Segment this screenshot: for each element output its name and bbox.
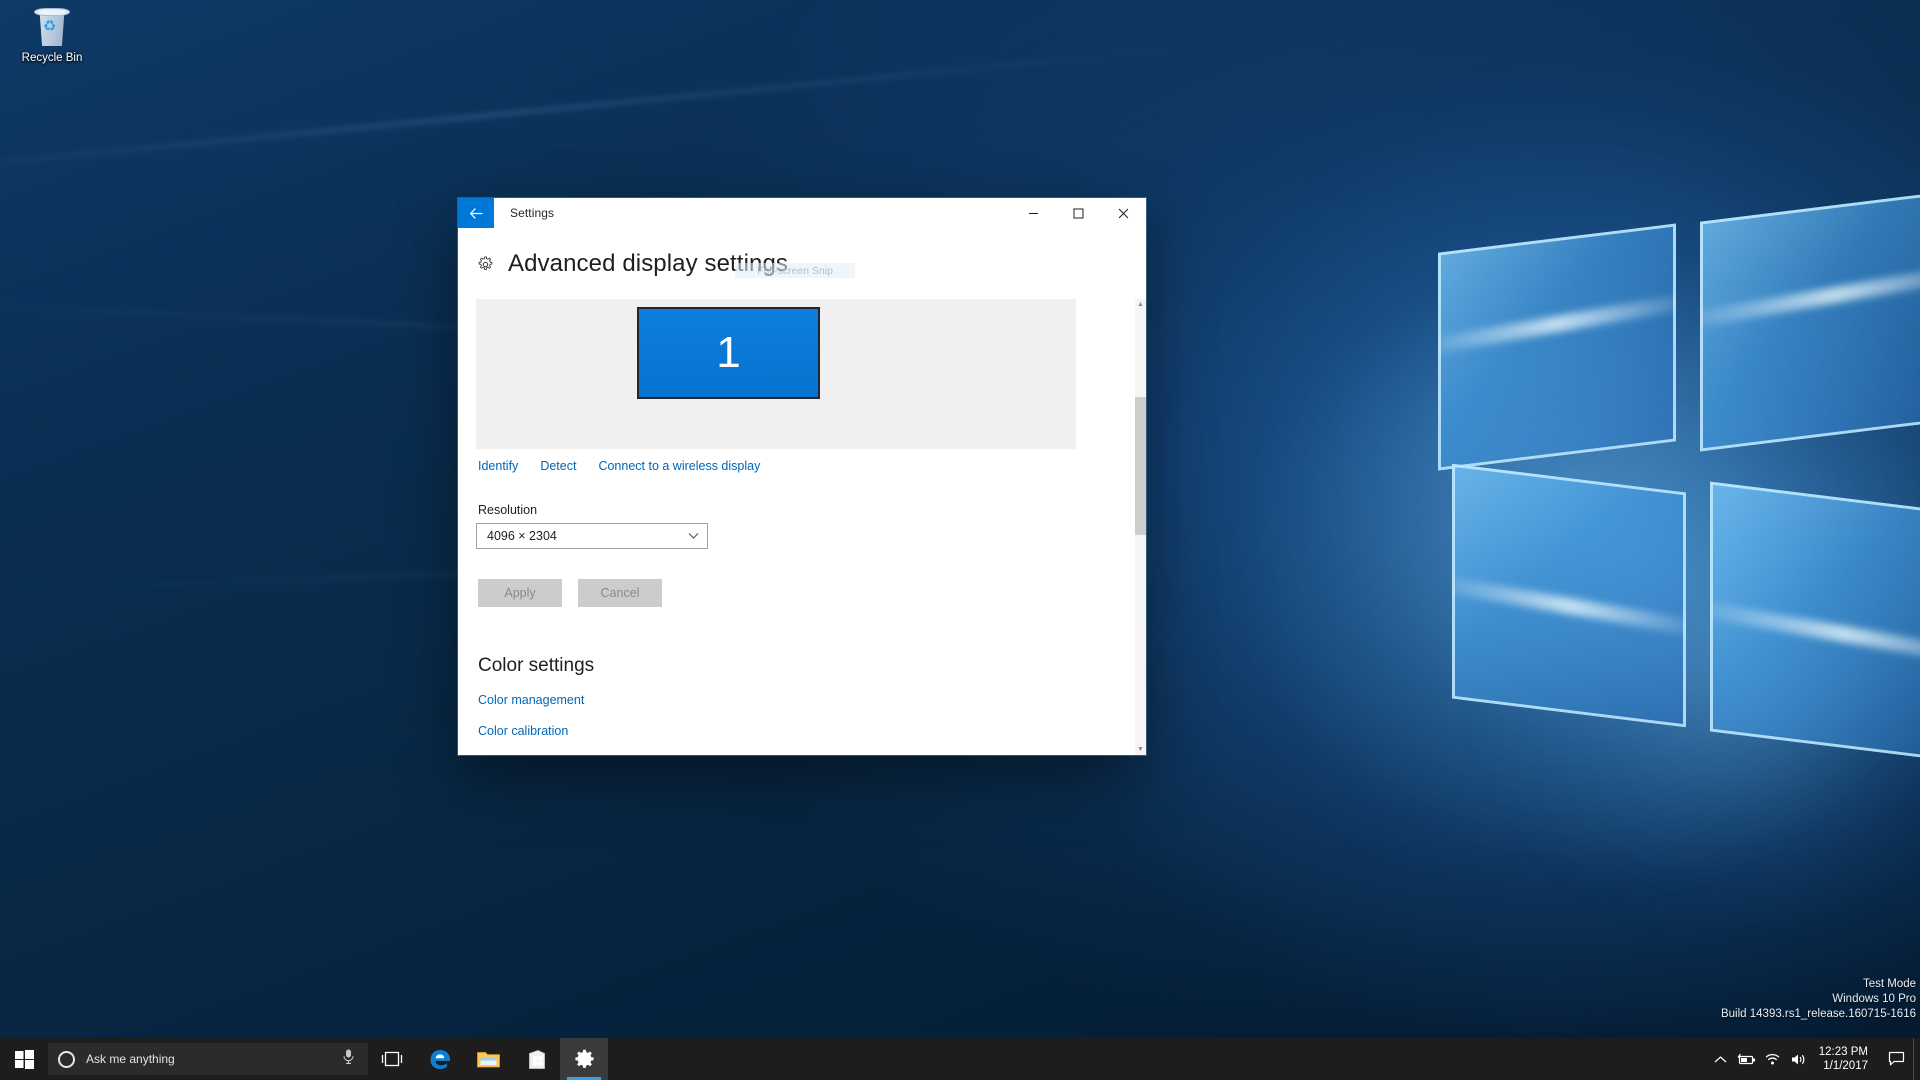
settings-window: Settings Full-screen Snip	[458, 198, 1146, 755]
cancel-button[interactable]: Cancel	[578, 579, 662, 607]
display-links-row: Identify Detect Connect to a wireless di…	[476, 455, 1122, 473]
wallpaper-logo-pane	[1700, 188, 1920, 451]
action-buttons: Apply Cancel	[476, 579, 1122, 607]
taskbar: Ask me anything	[0, 1038, 1920, 1080]
connect-wireless-display-link[interactable]: Connect to a wireless display	[598, 459, 760, 473]
desktop-icon-recycle-bin[interactable]: ♻ Recycle Bin	[8, 6, 96, 65]
page-title: Advanced display settings	[508, 250, 788, 278]
wallpaper-logo-pane	[1710, 482, 1920, 765]
color-management-link[interactable]: Color management	[478, 693, 1122, 707]
monitor-number: 1	[716, 331, 740, 375]
speaker-icon	[1790, 1052, 1808, 1067]
maximize-icon	[1073, 208, 1084, 219]
edge-icon	[428, 1047, 453, 1072]
wallpaper-logo-pane	[1452, 464, 1686, 728]
windows-start-icon	[14, 1049, 35, 1070]
monitor-tile-1[interactable]: 1	[637, 307, 820, 399]
wallpaper-ray	[0, 45, 1194, 174]
watermark-line-2: Windows 10 Pro	[1721, 992, 1916, 1007]
store-icon	[526, 1048, 547, 1071]
window-title: Settings	[494, 198, 554, 228]
action-center-button[interactable]	[1879, 1038, 1913, 1080]
display-preview-area: 1	[476, 299, 1076, 449]
watermark-line-1: Test Mode	[1721, 977, 1916, 992]
clock[interactable]: 12:23 PM 1/1/2017	[1812, 1038, 1879, 1080]
file-explorer-icon	[476, 1049, 501, 1070]
settings-content: 1 Identify Detect Connect to a wireless …	[458, 299, 1146, 755]
volume-button[interactable]	[1786, 1038, 1812, 1080]
page-header: Advanced display settings	[458, 228, 1146, 292]
battery-button[interactable]	[1734, 1038, 1760, 1080]
clock-time: 12:23 PM	[1819, 1045, 1868, 1059]
microsoft-edge-button[interactable]	[416, 1038, 464, 1080]
desktop-icon-label: Recycle Bin	[8, 52, 96, 65]
system-tray: 12:23 PM 1/1/2017	[1708, 1038, 1920, 1080]
action-center-icon	[1888, 1051, 1905, 1067]
search-box[interactable]: Ask me anything	[48, 1043, 368, 1075]
start-button[interactable]	[0, 1038, 48, 1080]
scroll-down-arrow[interactable]: ▼	[1135, 744, 1146, 755]
detect-link[interactable]: Detect	[540, 459, 576, 473]
task-view-button[interactable]	[368, 1038, 416, 1080]
settings-taskbar-button[interactable]	[560, 1038, 608, 1080]
show-hidden-icons-button[interactable]	[1708, 1038, 1734, 1080]
watermark-line-3: Build 14393.rs1_release.160715-1616	[1721, 1007, 1916, 1022]
battery-icon	[1737, 1052, 1757, 1067]
resolution-dropdown[interactable]: 4096 × 2304	[476, 523, 708, 549]
network-button[interactable]	[1760, 1038, 1786, 1080]
microsoft-store-button[interactable]	[512, 1038, 560, 1080]
search-placeholder: Ask me anything	[86, 1052, 341, 1066]
cortana-circle-icon	[58, 1051, 75, 1068]
recycle-bin-icon: ♻	[30, 8, 74, 48]
chevron-down-icon	[688, 532, 699, 540]
close-icon	[1118, 208, 1129, 219]
test-mode-watermark: Test Mode Windows 10 Pro Build 14393.rs1…	[1721, 977, 1916, 1022]
color-settings-heading: Color settings	[478, 655, 1122, 677]
gear-icon	[573, 1048, 596, 1071]
back-button[interactable]	[458, 198, 494, 228]
wallpaper-logo-pane	[1438, 223, 1676, 470]
back-arrow-icon	[468, 205, 485, 222]
apply-button[interactable]: Apply	[478, 579, 562, 607]
settings-page-body: Full-screen Snip Advanced display settin…	[458, 228, 1146, 755]
window-controls	[1011, 198, 1146, 228]
maximize-button[interactable]	[1056, 198, 1101, 228]
clock-date: 1/1/2017	[1823, 1059, 1868, 1073]
resolution-value: 4096 × 2304	[477, 529, 557, 543]
wifi-icon	[1764, 1052, 1781, 1066]
resolution-label: Resolution	[478, 503, 1122, 517]
chevron-up-icon	[1714, 1055, 1727, 1064]
close-button[interactable]	[1101, 198, 1146, 228]
identify-link[interactable]: Identify	[478, 459, 518, 473]
color-calibration-link[interactable]: Color calibration	[478, 724, 1122, 738]
minimize-icon	[1028, 208, 1039, 219]
file-explorer-button[interactable]	[464, 1038, 512, 1080]
minimize-button[interactable]	[1011, 198, 1056, 228]
content-scrollbar[interactable]: ▲ ▼	[1135, 299, 1146, 755]
gear-icon	[476, 255, 495, 274]
window-titlebar: Settings	[458, 198, 1146, 228]
scroll-up-arrow[interactable]: ▲	[1135, 299, 1146, 310]
scrollbar-thumb[interactable]	[1135, 397, 1146, 535]
microphone-icon[interactable]	[341, 1048, 356, 1070]
show-desktop-button[interactable]	[1913, 1038, 1920, 1080]
task-view-icon	[381, 1050, 403, 1068]
